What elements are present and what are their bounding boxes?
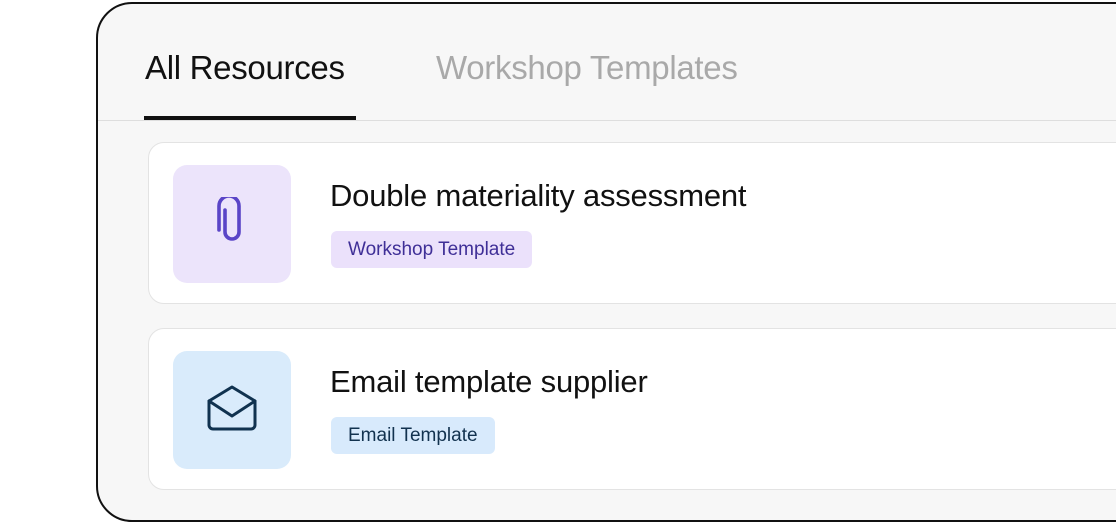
tab-bar: All Resources Workshop Templates bbox=[98, 4, 1116, 121]
resource-card-email-template[interactable]: Email template supplier Email Template bbox=[148, 328, 1116, 490]
resource-thumbnail bbox=[173, 351, 291, 469]
resource-title: Double materiality assessment bbox=[330, 178, 747, 213]
active-tab-indicator bbox=[144, 116, 356, 120]
envelope-open-icon bbox=[203, 382, 261, 439]
tab-all-resources[interactable]: All Resources bbox=[145, 48, 345, 88]
resource-type-badge: Email Template bbox=[331, 417, 495, 454]
paperclip-icon bbox=[212, 193, 252, 252]
tab-workshop-templates[interactable]: Workshop Templates bbox=[436, 48, 738, 88]
resource-title: Email template supplier bbox=[330, 364, 648, 399]
resource-type-badge: Workshop Template bbox=[331, 231, 533, 268]
resource-thumbnail bbox=[173, 165, 291, 283]
resource-card-double-materiality[interactable]: Double materiality assessment Workshop T… bbox=[148, 142, 1116, 304]
resources-panel: All Resources Workshop Templates Double … bbox=[96, 2, 1116, 522]
